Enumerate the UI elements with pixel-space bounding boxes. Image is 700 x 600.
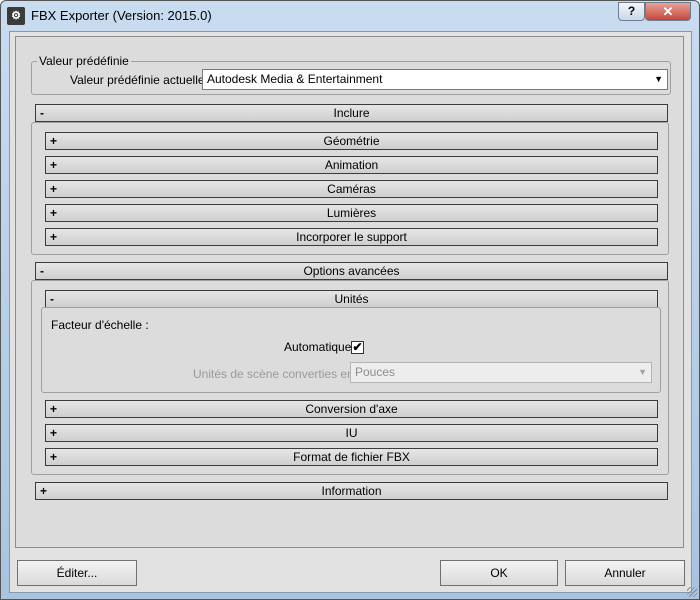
rollout-axis-conversion[interactable]: + Conversion d'axe <box>45 400 658 418</box>
rollout-title: Animation <box>324 158 379 172</box>
title-bar[interactable]: ⚙ FBX Exporter (Version: 2015.0) ? ✕ <box>1 1 699 31</box>
rollout-title: Options avancées <box>303 264 400 278</box>
scale-factor-label: Facteur d'échelle : <box>51 318 149 332</box>
preset-dropdown-value: Autodesk Media & Entertainment <box>207 72 383 86</box>
rollout-units[interactable]: - Unités <box>45 290 658 308</box>
rollout-include[interactable]: - Inclure <box>35 104 668 122</box>
expand-icon: + <box>50 426 58 440</box>
rollout-fbx-file-format[interactable]: + Format de fichier FBX <box>45 448 658 466</box>
expand-icon: + <box>50 450 58 464</box>
cancel-button[interactable]: Annuler <box>565 560 685 586</box>
expand-icon: + <box>50 134 58 148</box>
rollout-title: Conversion d'axe <box>305 402 398 416</box>
edit-button[interactable]: Éditer... <box>17 560 137 586</box>
rollout-animation[interactable]: + Animation <box>45 156 658 174</box>
rollout-information[interactable]: + Information <box>35 482 668 500</box>
rollout-geometry[interactable]: + Géométrie <box>45 132 658 150</box>
close-button[interactable]: ✕ <box>645 2 691 21</box>
expand-icon: + <box>50 230 58 244</box>
collapse-icon: - <box>40 106 44 120</box>
expand-icon: + <box>40 484 48 498</box>
automatic-label: Automatique <box>284 340 352 354</box>
rollout-title: Incorporer le support <box>296 230 407 244</box>
collapse-icon: - <box>40 264 44 278</box>
automatic-checkbox[interactable]: ✔ <box>351 341 364 354</box>
preset-dropdown[interactable]: Autodesk Media & Entertainment ▼ <box>202 69 668 90</box>
expand-icon: + <box>50 158 58 172</box>
close-icon: ✕ <box>662 4 674 19</box>
help-button[interactable]: ? <box>618 2 645 21</box>
chevron-down-icon: ▼ <box>638 367 647 377</box>
rollout-title: Information <box>321 484 382 498</box>
rollout-advanced-options[interactable]: - Options avancées <box>35 262 668 280</box>
scene-units-value: Pouces <box>355 365 396 379</box>
rollout-embed-media[interactable]: + Incorporer le support <box>45 228 658 246</box>
rollout-title: Unités <box>334 292 369 306</box>
rollout-lights[interactable]: + Lumières <box>45 204 658 222</box>
scene-units-dropdown[interactable]: Pouces ▼ <box>350 362 652 383</box>
rollout-title: Format de fichier FBX <box>293 450 410 464</box>
rollout-title: Lumières <box>326 206 377 220</box>
window-title: FBX Exporter (Version: 2015.0) <box>31 8 212 23</box>
ok-button[interactable]: OK <box>440 560 558 586</box>
rollout-title: Géométrie <box>323 134 380 148</box>
fbx-app-icon[interactable]: ⚙ <box>7 7 25 25</box>
rollout-title: Caméras <box>327 182 376 196</box>
rollout-ui[interactable]: + IU <box>45 424 658 442</box>
collapse-icon: - <box>50 292 54 306</box>
scene-units-label: Unités de scène converties en: <box>193 367 358 381</box>
fbx-exporter-window: ⚙ FBX Exporter (Version: 2015.0) ? ✕ Val… <box>0 0 700 600</box>
rollout-title: Inclure <box>333 106 370 120</box>
expand-icon: + <box>50 402 58 416</box>
preset-group-label: Valeur prédéfinie <box>37 54 131 68</box>
resize-grip-icon[interactable] <box>687 587 697 597</box>
current-preset-label: Valeur prédéfinie actuelle: <box>70 73 208 87</box>
chevron-down-icon: ▼ <box>654 74 663 84</box>
rollout-cameras[interactable]: + Caméras <box>45 180 658 198</box>
expand-icon: + <box>50 182 58 196</box>
checkmark-icon: ✔ <box>352 340 363 354</box>
expand-icon: + <box>50 206 58 220</box>
rollout-title: IU <box>345 426 358 440</box>
